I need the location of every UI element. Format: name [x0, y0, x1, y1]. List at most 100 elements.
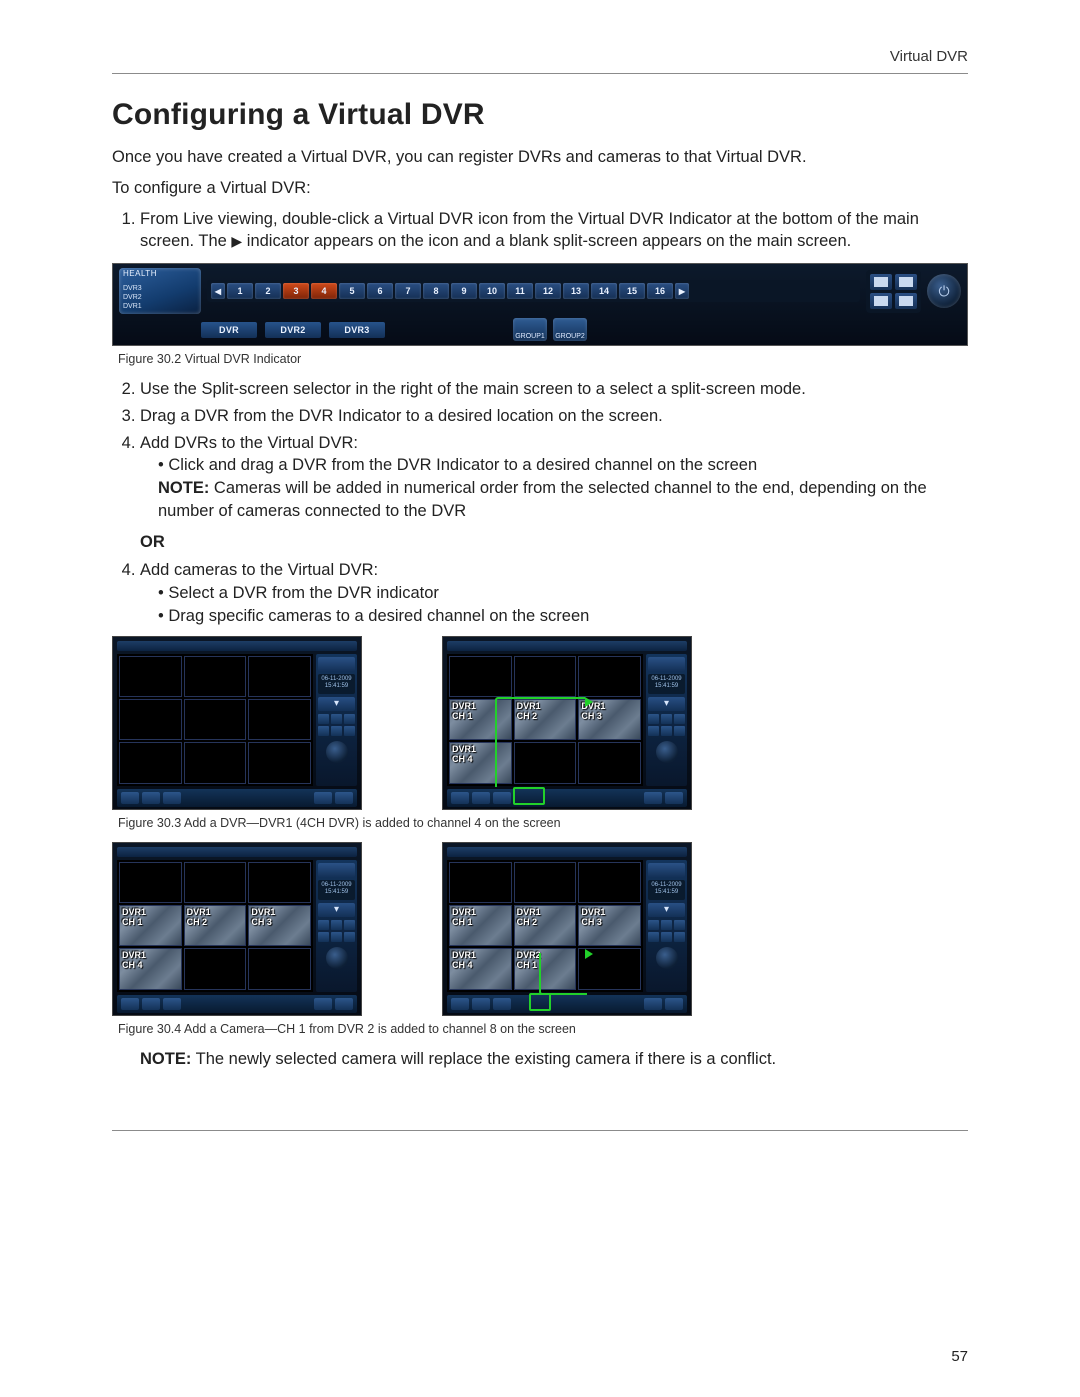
sidepanel-button[interactable]: [648, 657, 685, 671]
sidepanel-chevron-icon[interactable]: ▾: [318, 697, 355, 711]
dvr-tab[interactable]: DVR3: [329, 322, 385, 338]
channel-number-button[interactable]: 12: [535, 283, 561, 299]
grid-cell[interactable]: [449, 656, 512, 697]
grid-cell[interactable]: [119, 862, 182, 903]
sidepanel-sq[interactable]: [674, 932, 685, 942]
grid-cell[interactable]: [248, 656, 311, 697]
sidepanel-button[interactable]: [318, 863, 355, 877]
channel-number-button[interactable]: 2: [255, 283, 281, 299]
virtual-dvr-group-icon[interactable]: GROUP1: [513, 318, 547, 341]
sidepanel-sq[interactable]: [331, 920, 342, 930]
grid-cell[interactable]: [184, 742, 247, 783]
channel-number-button[interactable]: 7: [395, 283, 421, 299]
botstrip-button[interactable]: [314, 792, 332, 804]
grid-cell[interactable]: DVR1 CH 4: [119, 948, 182, 989]
sidepanel-sq[interactable]: [318, 920, 329, 930]
botstrip-button[interactable]: [314, 998, 332, 1010]
sidepanel-sq[interactable]: [661, 920, 672, 930]
sidepanel-button[interactable]: [648, 863, 685, 877]
channel-number-button[interactable]: 14: [591, 283, 617, 299]
sidepanel-sq[interactable]: [331, 714, 342, 724]
grid-cell[interactable]: [578, 862, 641, 903]
grid-cell[interactable]: [119, 699, 182, 740]
channel-prev-button[interactable]: ◀: [211, 283, 225, 299]
grid-cell[interactable]: DVR1 CH 1: [119, 905, 182, 946]
sidepanel-button[interactable]: [318, 657, 355, 671]
channel-number-button[interactable]: 13: [563, 283, 589, 299]
grid-cell[interactable]: DVR1 CH 3: [578, 699, 641, 740]
sidepanel-sq[interactable]: [661, 714, 672, 724]
channel-number-button[interactable]: 8: [423, 283, 449, 299]
botstrip-button[interactable]: [142, 792, 160, 804]
botstrip-button[interactable]: [665, 792, 683, 804]
sidepanel-chevron-icon[interactable]: ▾: [648, 697, 685, 711]
grid-cell[interactable]: [184, 699, 247, 740]
botstrip-button[interactable]: [335, 998, 353, 1010]
botstrip-button[interactable]: [665, 998, 683, 1010]
sidepanel-sq[interactable]: [318, 932, 329, 942]
sidepanel-sq[interactable]: [661, 932, 672, 942]
grid-cell[interactable]: [119, 656, 182, 697]
channel-number-button[interactable]: 16: [647, 283, 673, 299]
grid-cell[interactable]: [184, 656, 247, 697]
sidepanel-sq[interactable]: [344, 726, 355, 736]
botstrip-button[interactable]: [451, 792, 469, 804]
botstrip-button[interactable]: [451, 998, 469, 1010]
split-mode-button[interactable]: [870, 274, 892, 290]
sidepanel-sq[interactable]: [674, 714, 685, 724]
sidepanel-chevron-icon[interactable]: ▾: [318, 903, 355, 917]
dvr-tab[interactable]: DVR: [201, 322, 257, 338]
botstrip-button[interactable]: [163, 792, 181, 804]
grid-cell[interactable]: DVR1 CH 2: [514, 699, 577, 740]
health-indicator[interactable]: HEALTH DVR3 DVR2 DVR1: [119, 268, 201, 314]
channel-number-button[interactable]: 6: [367, 283, 393, 299]
sidepanel-sq[interactable]: [331, 932, 342, 942]
botstrip-button[interactable]: [472, 998, 490, 1010]
botstrip-button[interactable]: [493, 792, 511, 804]
grid-cell[interactable]: [119, 742, 182, 783]
split-screen-selector[interactable]: [866, 270, 921, 313]
botstrip-button[interactable]: [472, 792, 490, 804]
channel-number-button[interactable]: 9: [451, 283, 477, 299]
sidepanel-round-button[interactable]: [656, 947, 678, 969]
grid-cell[interactable]: DVR1 CH 4: [449, 948, 512, 989]
power-button[interactable]: ⏻: [927, 274, 961, 308]
botstrip-button[interactable]: [644, 792, 662, 804]
channel-number-button[interactable]: 1: [227, 283, 253, 299]
sidepanel-sq[interactable]: [648, 726, 659, 736]
grid-cell[interactable]: DVR1 CH 3: [578, 905, 641, 946]
grid-cell[interactable]: [578, 656, 641, 697]
split-mode-button[interactable]: [870, 293, 892, 309]
grid-cell[interactable]: [248, 862, 311, 903]
grid-cell[interactable]: [248, 742, 311, 783]
channel-next-button[interactable]: ▶: [675, 283, 689, 299]
split-mode-button[interactable]: [895, 274, 917, 290]
grid-cell[interactable]: [248, 699, 311, 740]
grid-cell[interactable]: [248, 948, 311, 989]
dvr-tab[interactable]: DVR2: [265, 322, 321, 338]
botstrip-button[interactable]: [493, 998, 511, 1010]
sidepanel-sq[interactable]: [344, 714, 355, 724]
grid-cell[interactable]: [514, 656, 577, 697]
sidepanel-sq[interactable]: [648, 920, 659, 930]
sidepanel-chevron-icon[interactable]: ▾: [648, 903, 685, 917]
virtual-dvr-group-icon[interactable]: GROUP2: [553, 318, 587, 341]
channel-number-button[interactable]: 3: [283, 283, 309, 299]
sidepanel-round-button[interactable]: [656, 741, 678, 763]
botstrip-button[interactable]: [335, 792, 353, 804]
botstrip-button[interactable]: [644, 998, 662, 1010]
botstrip-button[interactable]: [163, 998, 181, 1010]
sidepanel-round-button[interactable]: [326, 741, 348, 763]
botstrip-button[interactable]: [121, 998, 139, 1010]
channel-number-button[interactable]: 4: [311, 283, 337, 299]
channel-number-button[interactable]: 11: [507, 283, 533, 299]
split-mode-button[interactable]: [895, 293, 917, 309]
grid-cell[interactable]: [449, 862, 512, 903]
grid-cell[interactable]: [578, 742, 641, 783]
sidepanel-sq[interactable]: [318, 714, 329, 724]
grid-cell[interactable]: [184, 862, 247, 903]
sidepanel-sq[interactable]: [318, 726, 329, 736]
sidepanel-sq[interactable]: [648, 714, 659, 724]
grid-cell[interactable]: DVR1 CH 3: [248, 905, 311, 946]
sidepanel-sq[interactable]: [331, 726, 342, 736]
